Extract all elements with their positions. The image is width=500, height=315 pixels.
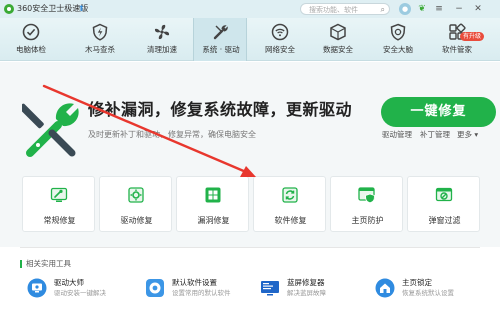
nav-label: 清理加速	[147, 45, 177, 54]
tool-description: 驱动安装一键解决	[54, 289, 106, 297]
tools-illustration-icon	[22, 103, 79, 157]
nav-item-pc-checkup[interactable]: 电脑体检	[4, 18, 58, 61]
bluescreen-fix-icon	[261, 281, 279, 296]
title-bar: 360安全卫士极速版 ⬆ 搜索功能、软件 ⌕ ● ❦ ≡ − ✕	[0, 0, 500, 18]
app-logo-icon	[4, 4, 14, 14]
nav-label: 木马查杀	[85, 45, 115, 54]
search-placeholder: 搜索功能、软件	[309, 6, 358, 14]
tool-description: 恢复系统默认设置	[402, 289, 454, 297]
check-icon	[22, 23, 40, 41]
homepage-protect-icon	[358, 187, 375, 204]
tool-title: 驱动大师	[54, 278, 84, 287]
fan-icon	[154, 24, 170, 40]
section-heading: 相关实用工具	[26, 259, 71, 268]
nav-item-trojan-scan[interactable]: 木马查杀	[73, 18, 127, 61]
hero-title: 修补漏洞，修复系统故障，更新驱动	[88, 100, 353, 119]
avatar-icon[interactable]: ●	[399, 3, 411, 15]
shield-data-icon	[330, 23, 346, 41]
tool-bluescreen-fixer[interactable]: 蓝屏修复器 解决蓝屏故障	[260, 277, 375, 301]
nav-label: 电脑体检	[16, 45, 46, 54]
card-homepage-protection[interactable]: 主页防护	[330, 176, 403, 232]
nav-item-cleanup[interactable]: 清理加速	[135, 18, 189, 61]
nav-item-security-brain[interactable]: 安全大脑	[371, 18, 425, 61]
nav-item-system-driver[interactable]: 系统 · 驱动	[193, 18, 247, 61]
card-routine-repair[interactable]: 常规修复	[22, 176, 95, 232]
update-arrow-icon[interactable]: ⬆	[78, 3, 85, 15]
default-software-icon	[146, 279, 164, 297]
menu-icon[interactable]: ≡	[433, 3, 445, 15]
repair-cards: 常规修复 驱动修复 漏洞修复 软件修复 主页防护 弹窗过滤	[0, 162, 500, 247]
tool-title: 蓝屏修复器	[287, 278, 325, 287]
driver-management-link[interactable]: 驱动管理	[382, 129, 412, 141]
main-nav: 电脑体检 木马查杀 清理加速 系统 · 驱动 网络安全 数据安全 安全大脑 有升…	[0, 18, 500, 61]
wifi-icon	[271, 23, 289, 41]
tool-description: 设置常用的默认软件	[172, 289, 231, 297]
brain-icon	[390, 23, 406, 41]
nav-label: 安全大脑	[383, 45, 413, 54]
driver-master-icon	[27, 278, 47, 298]
upgrade-badge: 有升级	[460, 32, 485, 41]
driver-repair-icon	[128, 187, 144, 203]
close-icon[interactable]: ✕	[472, 3, 484, 15]
software-repair-icon	[282, 187, 298, 203]
tool-title: 默认软件设置	[172, 278, 217, 287]
card-label: 驱动修复	[120, 216, 153, 225]
routine-repair-icon	[50, 187, 68, 202]
card-label: 弹窗过滤	[428, 216, 461, 225]
related-tools-section: 相关实用工具 驱动大师 驱动安装一键解决 默认软件设置 设置常用的默认软件 蓝屏…	[0, 247, 500, 315]
card-software-repair[interactable]: 软件修复	[253, 176, 326, 232]
nav-item-data-security[interactable]: 数据安全	[311, 18, 365, 61]
tool-description: 解决蓝屏故障	[287, 289, 326, 297]
minimize-icon[interactable]: −	[453, 3, 465, 15]
nav-item-software-manager[interactable]: 有升级 软件管家	[430, 18, 485, 61]
repair-hero: 修补漏洞，修复系统故障，更新驱动 及时更新补丁和驱动，修复异常，确保电脑安全 一…	[0, 62, 500, 162]
windows-patch-icon	[205, 187, 221, 203]
leaf-icon[interactable]: ❦	[416, 3, 428, 15]
wrench-icon	[213, 25, 228, 40]
card-label: 软件修复	[274, 216, 307, 225]
more-dropdown[interactable]: 更多 ▾	[457, 129, 478, 141]
nav-label: 系统 · 驱动	[202, 45, 240, 54]
nav-label: 数据安全	[323, 45, 353, 54]
card-label: 常规修复	[43, 216, 76, 225]
card-label: 漏洞修复	[197, 216, 230, 225]
section-accent-bar	[20, 260, 22, 268]
tool-homepage-lock[interactable]: 主页锁定 恢复系统默认设置	[375, 277, 490, 301]
bolt-icon	[92, 23, 108, 41]
hero-subtitle: 及时更新补丁和驱动，修复异常，确保电脑安全	[88, 130, 256, 139]
card-driver-repair[interactable]: 驱动修复	[99, 176, 172, 232]
nav-label: 软件管家	[442, 45, 472, 54]
nav-label: 网络安全	[265, 45, 295, 54]
search-icon[interactable]: ⌕	[381, 5, 385, 15]
patch-management-link[interactable]: 补丁管理	[420, 129, 450, 141]
tool-default-software[interactable]: 默认软件设置 设置常用的默认软件	[145, 277, 260, 301]
tool-title: 主页锁定	[402, 278, 432, 287]
nav-item-network-security[interactable]: 网络安全	[253, 18, 307, 61]
homepage-lock-icon	[375, 278, 395, 298]
one-click-repair-button[interactable]: 一键修复	[381, 97, 496, 127]
search-input[interactable]: 搜索功能、软件 ⌕	[300, 3, 390, 15]
card-label: 主页防护	[351, 216, 384, 225]
card-popup-filter[interactable]: 弹窗过滤	[407, 176, 480, 232]
popup-filter-icon	[435, 187, 453, 202]
divider	[20, 247, 480, 248]
card-vulnerability-repair[interactable]: 漏洞修复	[176, 176, 249, 232]
tool-driver-master[interactable]: 驱动大师 驱动安装一键解决	[27, 277, 142, 301]
